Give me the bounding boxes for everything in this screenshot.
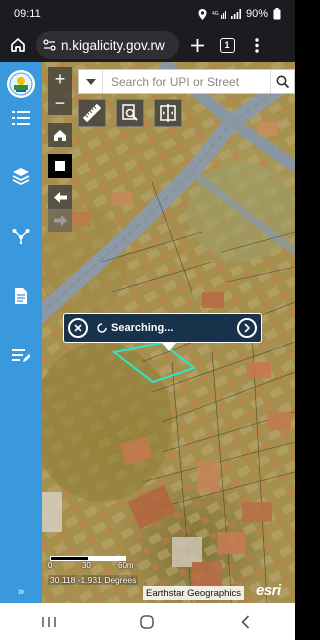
caret-down-icon [85,78,96,85]
search-bar [78,69,295,94]
ruler-icon [83,104,101,122]
home-extent-button[interactable] [48,123,72,147]
status-bar: 09:11 4G 90% [0,0,295,28]
url-text: n.kigalicity.gov.rw [61,37,165,53]
search-icon [276,75,289,88]
home-circle-icon [140,614,155,629]
home-icon [11,38,25,52]
recent-apps-icon [42,616,56,627]
search-input[interactable] [103,70,270,93]
location-icon [198,8,207,20]
popup-pointer [162,343,176,351]
system-navigation-bar [0,603,295,640]
scale-labels: 0 30 60m [48,561,142,571]
stop-button[interactable] [48,154,72,178]
next-extent-button[interactable] [48,208,72,232]
swipe-compare-button[interactable] [154,99,182,127]
status-icons: 4G 90% [198,8,281,20]
scale-label: 60m [118,561,134,570]
plus-icon [190,38,204,52]
map-view[interactable]: + − [42,62,295,603]
share-icon [12,229,30,244]
city-logo[interactable] [7,70,35,98]
sidebar-item-share[interactable] [0,222,42,250]
browser-toolbar: n.kigalicity.gov.rw 1 [0,28,295,62]
recent-apps-button[interactable] [34,610,64,634]
site-settings-icon [43,39,56,51]
popup-close-button[interactable] [68,318,88,338]
browser-menu-button[interactable] [245,33,269,57]
battery-icon [273,8,281,20]
split-view-icon [160,104,176,122]
sidebar-item-notes[interactable] [0,342,42,370]
home-nav-button[interactable] [132,610,162,634]
new-tab-button[interactable] [185,33,209,57]
sidebar-item-list[interactable] [0,104,42,132]
cellular-signal-icon [230,9,241,19]
sidebar-item-document[interactable] [0,282,42,310]
popup-text: Searching... [111,322,174,334]
map-attribution: Earthstar Geographics [143,586,245,600]
arrow-right-icon [53,214,67,226]
sidebar-item-layers[interactable] [0,162,42,190]
zoom-out-button[interactable]: − [48,91,72,115]
home-button[interactable] [6,33,30,57]
zoom-in-button[interactable]: + [48,67,72,91]
measure-button[interactable] [78,99,106,127]
svg-text:4G: 4G [212,11,219,17]
sidebar: » [0,62,42,603]
phone-screen: 09:11 4G 90% n.kigalicity.gov.rw 1 » Sea… [0,0,295,640]
back-button[interactable] [231,610,261,634]
scale-label: 30 [82,561,91,570]
signal-4g-icon: 4G [212,11,226,19]
document-icon [15,288,27,304]
layers-icon [12,168,30,185]
back-chevron-icon [241,614,250,629]
web-app: » Search for UPI or Street + − Searching… [0,62,295,603]
list-icon [12,111,30,125]
status-time: 09:11 [14,8,41,20]
search-status-popup: Searching... [63,313,262,351]
search-document-icon [122,104,138,121]
battery-percent: 90% [245,8,268,20]
search-button[interactable] [270,70,294,93]
close-icon [74,324,82,332]
address-bar[interactable]: n.kigalicity.gov.rw [36,31,179,59]
esri-logo: esri [256,582,281,599]
coordinate-readout: 30.118 -1.931 Degrees [48,575,139,585]
scale-label: 0 [48,561,53,570]
arrow-left-icon [53,191,67,203]
sidebar-expand-button[interactable]: » [0,581,42,603]
popup-status: Searching... [97,322,237,334]
tab-count: 1 [219,37,235,53]
home-icon [54,129,66,141]
kigali-emblem-icon [9,72,33,96]
more-vertical-icon [255,37,259,53]
loading-spinner-icon [97,323,107,333]
notes-icon [12,349,30,362]
previous-extent-button[interactable] [48,185,72,209]
scale-bar: 0 30 60m [48,556,142,571]
stop-icon [55,161,65,171]
popup-next-button[interactable] [237,318,257,338]
search-source-dropdown[interactable] [79,70,103,93]
chevron-right-icon [244,323,251,333]
tab-switcher-button[interactable]: 1 [215,33,239,57]
identify-button[interactable] [116,99,144,127]
